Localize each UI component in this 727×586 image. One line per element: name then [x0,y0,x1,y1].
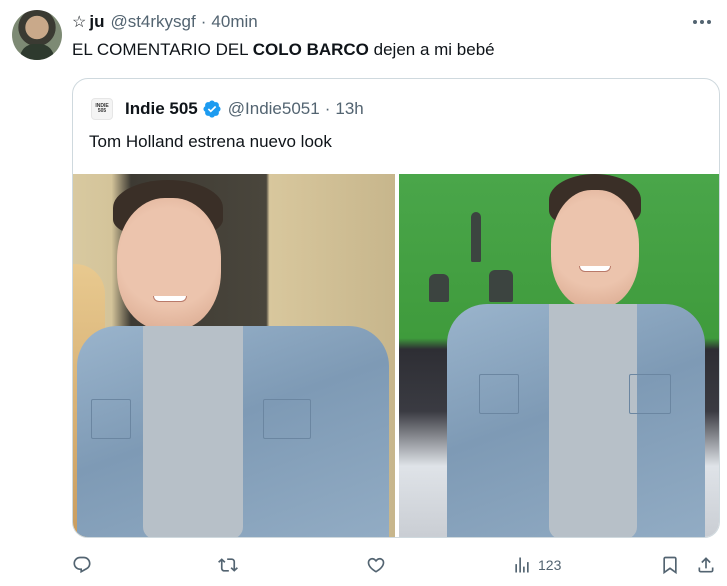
author-prefix: ☆ [72,14,87,31]
bookmark-button[interactable] [660,552,680,578]
share-icon [698,557,714,573]
retweet-icon [218,558,238,572]
views-icon [515,557,529,573]
author-handle[interactable]: @st4rkysgf [110,12,195,32]
share-button[interactable] [696,552,716,578]
like-icon [367,557,385,573]
action-bar: 123 [72,552,718,578]
quoted-tweet[interactable]: INDIE 505 Indie 505 @Indie5051 · 13h Tom … [72,78,720,538]
tweet-time[interactable]: 40min [211,12,257,32]
author-name[interactable]: ju [89,12,104,32]
quoted-author-name[interactable]: Indie 505 [125,99,198,119]
retweet-button[interactable] [218,552,238,578]
verified-badge-icon [203,100,221,118]
reply-icon [73,556,91,574]
quoted-media [73,174,719,537]
quoted-author-handle[interactable]: @Indie5051 [228,99,320,119]
reply-button[interactable] [72,552,92,578]
like-button[interactable] [366,552,386,578]
photo-2[interactable] [399,174,719,537]
tweet-header: ☆ ju @st4rkysgf · 40min [72,11,258,33]
quoted-author-avatar[interactable]: INDIE 505 [91,98,113,120]
more-options-icon[interactable] [691,12,713,32]
separator-dot: · [200,12,207,31]
bookmark-icon [663,556,677,575]
photo-1[interactable] [73,174,395,537]
quoted-tweet-header: INDIE 505 Indie 505 @Indie5051 · 13h [91,98,364,120]
views-button[interactable]: 123 [512,552,561,578]
quoted-tweet-text: Tom Holland estrena nuevo look [89,132,332,151]
quoted-tweet-time[interactable]: 13h [335,99,363,119]
tweet-text-bold: COLO BARCO [252,40,369,59]
author-avatar[interactable] [12,10,62,60]
tweet-text: EL COMENTARIO DEL COLO BARCO dejen a mi … [72,40,495,59]
separator-dot: · [324,99,331,118]
views-count: 123 [538,557,562,573]
